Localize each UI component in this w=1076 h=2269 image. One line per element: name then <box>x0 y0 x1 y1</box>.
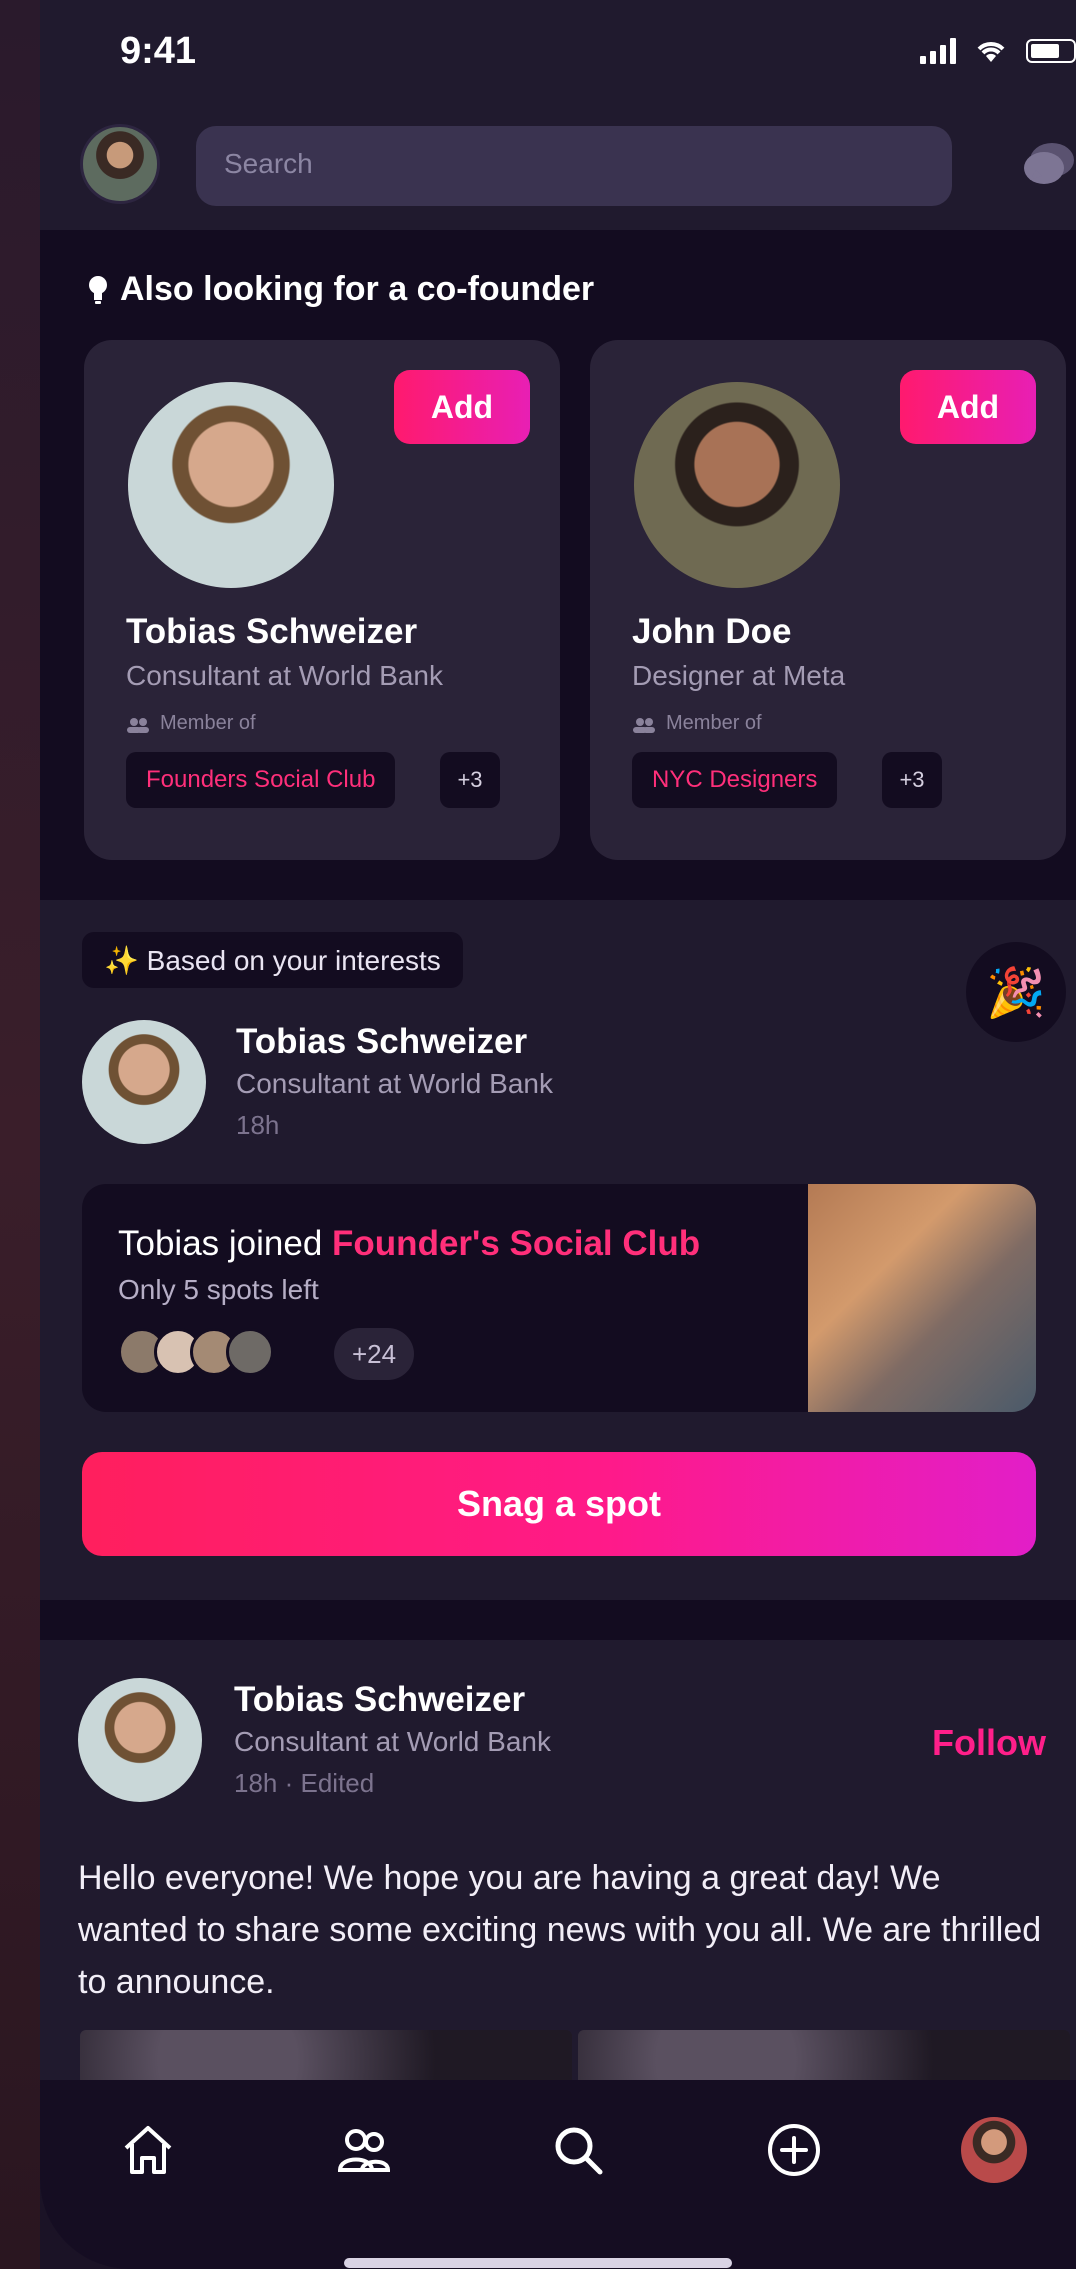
club-event-image <box>808 1184 1036 1412</box>
people-icon <box>126 716 150 733</box>
home-icon[interactable] <box>108 2110 188 2190</box>
phone-screen: 9:41 Search Also looking for a co-founde… <box>40 0 1076 2269</box>
person-photo <box>128 382 334 588</box>
add-button[interactable]: Add <box>900 370 1036 444</box>
chat-bubble-icon[interactable] <box>1022 140 1076 190</box>
snag-spot-button[interactable]: Snag a spot <box>82 1452 1036 1556</box>
person-name: John Doe <box>632 612 792 651</box>
profile-avatar[interactable] <box>80 124 160 204</box>
join-text: Tobias joined Founder's Social Club <box>118 1224 701 1263</box>
post-time: 18h · Edited <box>234 1768 375 1798</box>
author-name[interactable]: Tobias Schweizer <box>236 1022 527 1062</box>
follow-button[interactable]: Follow <box>932 1722 1046 1764</box>
lightbulb-icon <box>88 275 108 305</box>
signal-icon <box>920 38 956 64</box>
post-body: Hello everyone! We hope you are having a… <box>78 1859 1042 2001</box>
member-of-label: Member of <box>632 712 762 735</box>
spots-left: Only 5 spots left <box>118 1274 319 1305</box>
more-clubs-badge[interactable]: +3 <box>440 752 500 808</box>
section-title: Also looking for a co-founder <box>88 270 594 309</box>
cofounder-card[interactable]: Add John Doe Designer at Meta Member of … <box>590 340 1066 860</box>
member-of-label: Member of <box>126 712 256 735</box>
club-link[interactable]: Founder's Social Club <box>332 1224 700 1263</box>
people-icon <box>632 716 656 733</box>
status-icons <box>920 38 1076 64</box>
search-icon[interactable] <box>538 2110 618 2190</box>
person-role: Designer at Meta <box>632 660 846 691</box>
tab-bar <box>40 2080 1076 2269</box>
section-separator <box>40 1600 1076 1640</box>
member-avatar <box>226 1328 274 1376</box>
status-time: 9:41 <box>120 30 197 72</box>
person-role: Consultant at World Bank <box>126 660 443 691</box>
home-indicator[interactable] <box>344 2258 732 2268</box>
more-clubs-badge[interactable]: +3 <box>882 752 942 808</box>
background-edge <box>0 0 40 2269</box>
interests-section: ✨ Based on your interests 🎉 Tobias Schwe… <box>40 900 1076 1600</box>
post-section: Tobias Schweizer Consultant at World Ban… <box>40 1640 1076 2090</box>
join-card[interactable]: Tobias joined Founder's Social Club Only… <box>82 1184 1036 1412</box>
party-popper-icon[interactable]: 🎉 <box>966 942 1066 1042</box>
profile-tab[interactable] <box>954 2110 1034 2190</box>
add-circle-icon[interactable] <box>754 2110 834 2190</box>
member-faces <box>118 1328 274 1376</box>
author-avatar[interactable] <box>82 1020 206 1144</box>
author-role: Consultant at World Bank <box>236 1068 553 1099</box>
top-header: Search <box>40 110 1076 230</box>
cofounder-section: Also looking for a co-founder Add Tobias… <box>40 230 1076 900</box>
more-members-count: +24 <box>334 1328 415 1380</box>
profile-avatar[interactable] <box>961 2117 1027 2183</box>
wifi-icon <box>974 38 1008 64</box>
club-badge[interactable]: Founders Social Club <box>126 752 396 808</box>
person-photo <box>634 382 840 588</box>
search-input[interactable]: Search <box>196 126 952 206</box>
cofounder-card[interactable]: Add Tobias Schweizer Consultant at World… <box>84 340 560 860</box>
post-time: 18h <box>236 1110 280 1140</box>
status-bar: 9:41 <box>40 0 1076 110</box>
author-avatar[interactable] <box>78 1678 202 1802</box>
person-name: Tobias Schweizer <box>126 612 418 651</box>
battery-icon <box>1026 39 1076 63</box>
add-button[interactable]: Add <box>394 370 530 444</box>
section-title-text: Also looking for a co-founder <box>120 270 595 308</box>
interests-pill: ✨ Based on your interests <box>82 932 463 988</box>
author-role: Consultant at World Bank <box>234 1726 551 1757</box>
people-icon[interactable] <box>324 2110 404 2190</box>
author-name[interactable]: Tobias Schweizer <box>234 1680 525 1720</box>
club-badge[interactable]: NYC Designers <box>632 752 838 808</box>
